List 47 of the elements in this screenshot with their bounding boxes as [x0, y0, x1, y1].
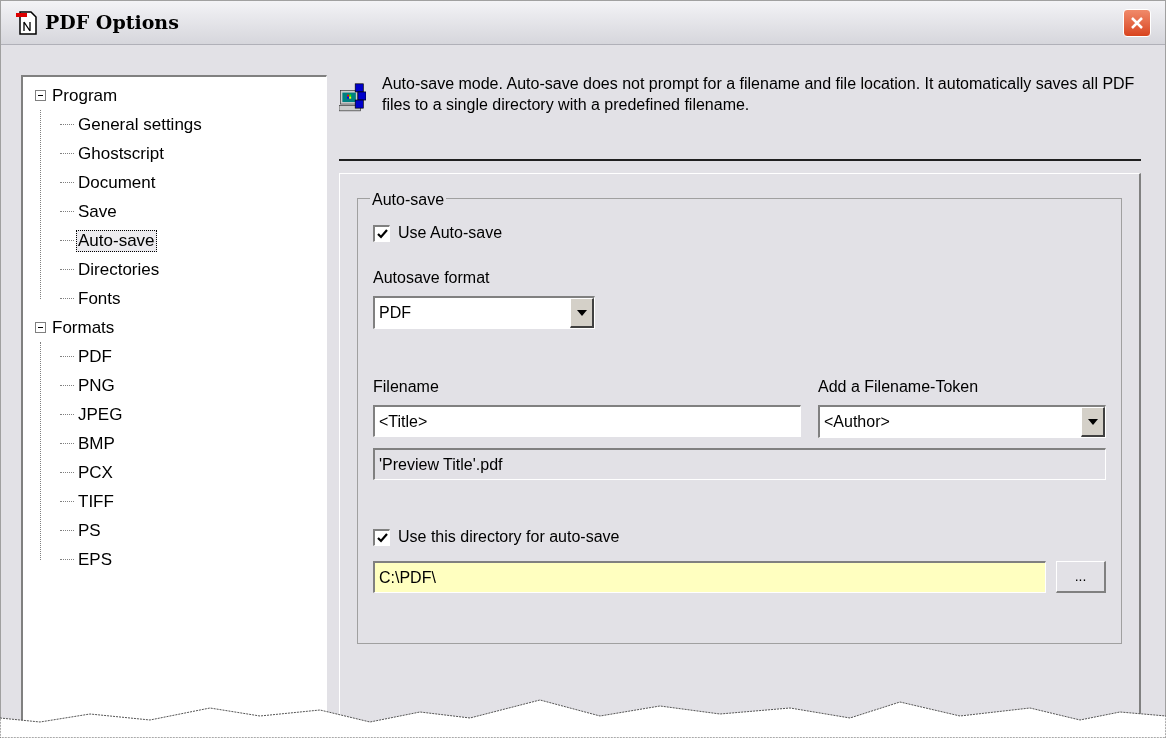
checkbox-box[interactable] [373, 528, 390, 546]
checkbox-label: Use Auto-save [398, 223, 503, 243]
dropdown-arrow-button[interactable] [570, 298, 594, 328]
tree-item[interactable]: TIFF [76, 490, 116, 513]
tree-item[interactable]: EPS [76, 548, 115, 571]
tree-item[interactable]: Program [50, 84, 120, 107]
collapse-icon[interactable] [35, 322, 46, 333]
checkmark-icon [376, 228, 388, 239]
dropdown-value: <Author> [823, 412, 891, 432]
tree-item[interactable]: BMP [76, 432, 117, 455]
tree-item[interactable]: PS [76, 519, 103, 542]
caret-icon [576, 309, 587, 316]
description-text: Auto-save mode. Auto-save does not prompt for a filename and file location. It automatically saves all PDF files to a single directory with a predefined filename. [382, 74, 1136, 115]
tree-item[interactable]: PCX [76, 461, 115, 484]
field-label: Autosave format [373, 268, 491, 288]
filename-input[interactable]: <Title> [373, 405, 801, 437]
directory-input[interactable]: C:\PDF\ [373, 561, 1046, 593]
checkbox-label: Use this directory for auto-save [398, 527, 620, 547]
tree-item[interactable]: JPEG [76, 403, 125, 426]
tree-item[interactable]: Save [76, 200, 119, 223]
checkmark-icon [376, 532, 388, 543]
token-dropdown[interactable]: <Author> [818, 405, 1106, 438]
tree-item[interactable]: Directories [76, 258, 162, 281]
tree-item[interactable]: Fonts [76, 287, 123, 310]
dropdown-arrow-button[interactable] [1081, 407, 1105, 437]
tree-item[interactable]: PDF [76, 345, 114, 368]
document-icon [15, 9, 39, 36]
field-label: Add a Filename-Token [818, 377, 980, 397]
tree-item[interactable]: General settings [76, 113, 204, 136]
tree-item[interactable]: Ghostscript [76, 142, 166, 165]
tree-item[interactable]: Auto-save [76, 229, 157, 252]
window-title: PDF Options [45, 10, 179, 36]
tree-item[interactable]: Formats [50, 316, 117, 339]
filename-preview-field: 'Preview Title'.pdf [373, 448, 1106, 480]
tree-item[interactable]: PNG [76, 374, 117, 397]
checkbox-box[interactable] [373, 224, 390, 242]
checkbox[interactable]: Use Auto-save [373, 221, 1106, 245]
close-button[interactable] [1123, 8, 1151, 37]
collapse-icon[interactable] [35, 90, 46, 101]
browse-button[interactable]: ... [1056, 561, 1106, 593]
close-icon [1130, 15, 1144, 30]
dropdown-value: PDF [378, 303, 412, 323]
tree-item[interactable]: Document [76, 171, 158, 194]
checkbox[interactable]: Use this directory for auto-save [373, 525, 1106, 549]
format-dropdown[interactable]: PDF [373, 296, 595, 329]
field-label: Filename [373, 377, 440, 397]
caret-icon [1087, 418, 1098, 425]
